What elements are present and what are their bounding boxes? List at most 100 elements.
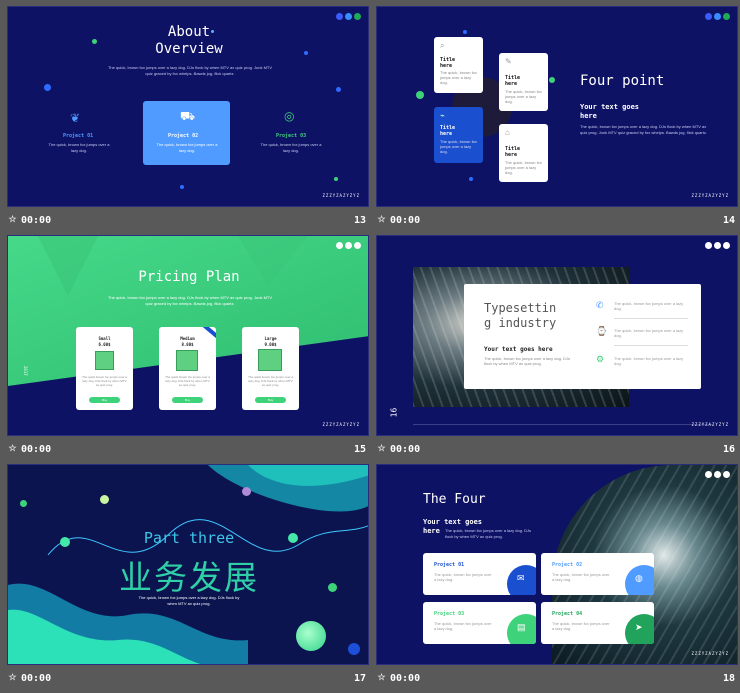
decor-dot — [336, 87, 341, 92]
item-text: The quick, brown fox jumps over a lazy d… — [614, 301, 684, 311]
pricing-card-featured[interactable]: Medium 8.00$ The quick brown fox jumps o… — [159, 327, 216, 410]
brand-logo: ZZZYZAZYZYZ — [691, 651, 729, 656]
tag-icon: ⌂ — [505, 128, 510, 137]
clock-icon: ☆ — [8, 672, 17, 682]
plan-text: The quick brown fox jumps over a lazy do… — [248, 375, 293, 387]
clock-icon: ☆ — [377, 214, 386, 224]
decor-dot — [100, 495, 109, 504]
slide-thumbnail-14[interactable]: ⌕ Title here The quick, brown fox jumps o… — [376, 6, 738, 235]
slide-duration: 00:00 — [390, 215, 421, 226]
megaphone-icon: ✆ — [596, 300, 604, 310]
side-number: 16 — [389, 407, 399, 418]
project-card[interactable]: Project 02 The quick, brown fox jumps ov… — [541, 553, 654, 595]
slide-number: 14 — [722, 215, 735, 226]
card-title: here — [505, 152, 518, 158]
slide-body: The quick, brown fox jumps over a lazy d… — [445, 528, 532, 539]
card-title: here — [505, 81, 518, 87]
slide-18-canvas: The Four Your text goes here The quick, b… — [376, 464, 738, 665]
plan-text: The quick brown fox jumps over a lazy do… — [82, 375, 127, 387]
slide-subtitle: Your text goes — [423, 518, 483, 526]
social-icons — [336, 242, 361, 249]
slide-duration: 00:00 — [21, 673, 52, 684]
slide-thumbnail-13[interactable]: About Overview The quick, brown fox jump… — [7, 6, 369, 235]
cube-icon — [95, 351, 114, 370]
project-text: The quick, brown fox jumps over a lazy d… — [552, 621, 610, 631]
project-card[interactable]: Project 04 The quick, brown fox jumps ov… — [541, 602, 654, 644]
pricing-card[interactable]: Large 9.00$ The quick brown fox jumps ov… — [242, 327, 299, 410]
project-label: Project 01 — [434, 562, 465, 568]
mail-icon: ✉ — [517, 573, 525, 583]
slide-thumbnail-15[interactable]: Pricing Plan The quick, brown fox jumps … — [7, 235, 369, 464]
slide-number: 18 — [722, 673, 735, 684]
slide-title: Overview — [155, 41, 223, 57]
decor-dot — [549, 77, 555, 83]
project-text: The quick, brown fox jumps over a lazy d… — [156, 142, 218, 153]
slide-duration: 00:00 — [390, 444, 421, 455]
slide-duration: 00:00 — [21, 444, 52, 455]
slide-thumbnail-17[interactable]: Part three 业务发展 The quick, brown fox jum… — [7, 464, 369, 693]
info-card[interactable]: ⌂ Title here The quick, brown fox jumps o… — [499, 124, 548, 182]
decor-dot — [44, 84, 51, 91]
slide-13-canvas: About Overview The quick, brown fox jump… — [7, 6, 369, 207]
project-label: Project 03 — [434, 611, 465, 617]
plan-price: 8.00$ — [181, 342, 194, 347]
paper-plane-icon: ➤ — [635, 622, 643, 632]
project-text: The quick, brown fox jumps over a lazy d… — [552, 572, 610, 582]
slide-body: when MTV ax quiz prog. — [167, 601, 211, 606]
project-label: Project 02 — [552, 562, 583, 568]
info-card[interactable]: ⌕ Title here The quick, brown fox jumps o… — [434, 37, 483, 93]
cube-icon — [258, 349, 282, 371]
slide-thumbnail-18[interactable]: The Four Your text goes here The quick, b… — [376, 464, 738, 693]
social-icons — [336, 13, 361, 20]
card-title: here — [440, 131, 453, 137]
item-text: The quick, brown fox jumps over a lazy d… — [614, 356, 684, 366]
slide-body: The quick, brown fox jumps over a lazy d… — [580, 124, 707, 135]
brand-logo: ZZZYZAZYZYZ — [691, 422, 729, 427]
divider — [614, 345, 688, 346]
slide-title: Part three — [143, 529, 235, 547]
slide-footer: ☆ 00:00 18 — [376, 666, 738, 693]
project-card[interactable]: Project 01 The quick, brown fox jumps ov… — [423, 553, 536, 595]
content-card: Typesettin g industry Your text goes here… — [464, 284, 701, 389]
pricing-card[interactable]: Small 6.00$ The quick brown fox jumps ov… — [76, 327, 133, 410]
slide-footer: ☆ 00:00 16 — [376, 437, 738, 464]
clock-icon: ☆ — [8, 214, 17, 224]
project-card[interactable]: Project 03 The quick, brown fox jumps ov… — [423, 602, 536, 644]
slide-body: The quick, brown fox jumps over a lazy d… — [107, 65, 273, 76]
info-card-active[interactable]: ⌁ Title here The quick, brown fox jumps o… — [434, 107, 483, 163]
chart-icon: ⌁ — [440, 111, 445, 120]
project-text: The quick, brown fox jumps over a lazy d… — [434, 621, 492, 631]
card-subtitle: Your text goes here — [484, 346, 553, 353]
decor-dot — [334, 177, 338, 181]
slide-footer: ☆ 00:00 17 — [7, 666, 369, 693]
project-text: The quick, brown fox jumps over a lazy d… — [48, 142, 110, 153]
buy-button[interactable]: Buy — [89, 397, 120, 403]
item-text: The quick, brown fox jumps over a lazy d… — [614, 328, 684, 338]
social-icons — [705, 13, 730, 20]
slide-14-canvas: ⌕ Title here The quick, brown fox jumps o… — [376, 6, 738, 207]
cube-icon — [176, 350, 198, 371]
slide-title: About — [167, 24, 211, 40]
globe-icon: ◍ — [635, 573, 643, 583]
watch-icon: ⌚ — [596, 326, 608, 336]
slide-number: 17 — [353, 673, 366, 684]
decor-dot — [180, 185, 184, 189]
slide-thumbnail-16[interactable]: Typesettin g industry Your text goes here… — [376, 235, 738, 464]
plan-name: Small — [98, 336, 111, 341]
decor-dot — [463, 30, 467, 34]
slide-footer: ☆ 00:00 13 — [7, 208, 369, 235]
plan-name: Medium — [180, 336, 195, 341]
info-card[interactable]: ✎ Title here The quick, brown fox jumps o… — [499, 53, 548, 111]
buy-button[interactable]: Buy — [172, 397, 203, 403]
slide-16-canvas: Typesettin g industry Your text goes here… — [376, 235, 738, 436]
slide-number: 13 — [353, 215, 366, 226]
brand-logo: ZZZYZAZYZYZ — [322, 422, 360, 427]
slide-17-canvas: Part three 业务发展 The quick, brown fox jum… — [7, 464, 369, 665]
project-label: Project 04 — [552, 611, 583, 617]
buy-button[interactable]: Buy — [255, 397, 286, 403]
clock-icon: ☆ — [8, 443, 17, 453]
decor-dot — [469, 177, 473, 181]
plan-name: Large — [264, 336, 277, 341]
clock-icon: ☆ — [377, 443, 386, 453]
coins-icon: ◎ — [284, 109, 295, 123]
